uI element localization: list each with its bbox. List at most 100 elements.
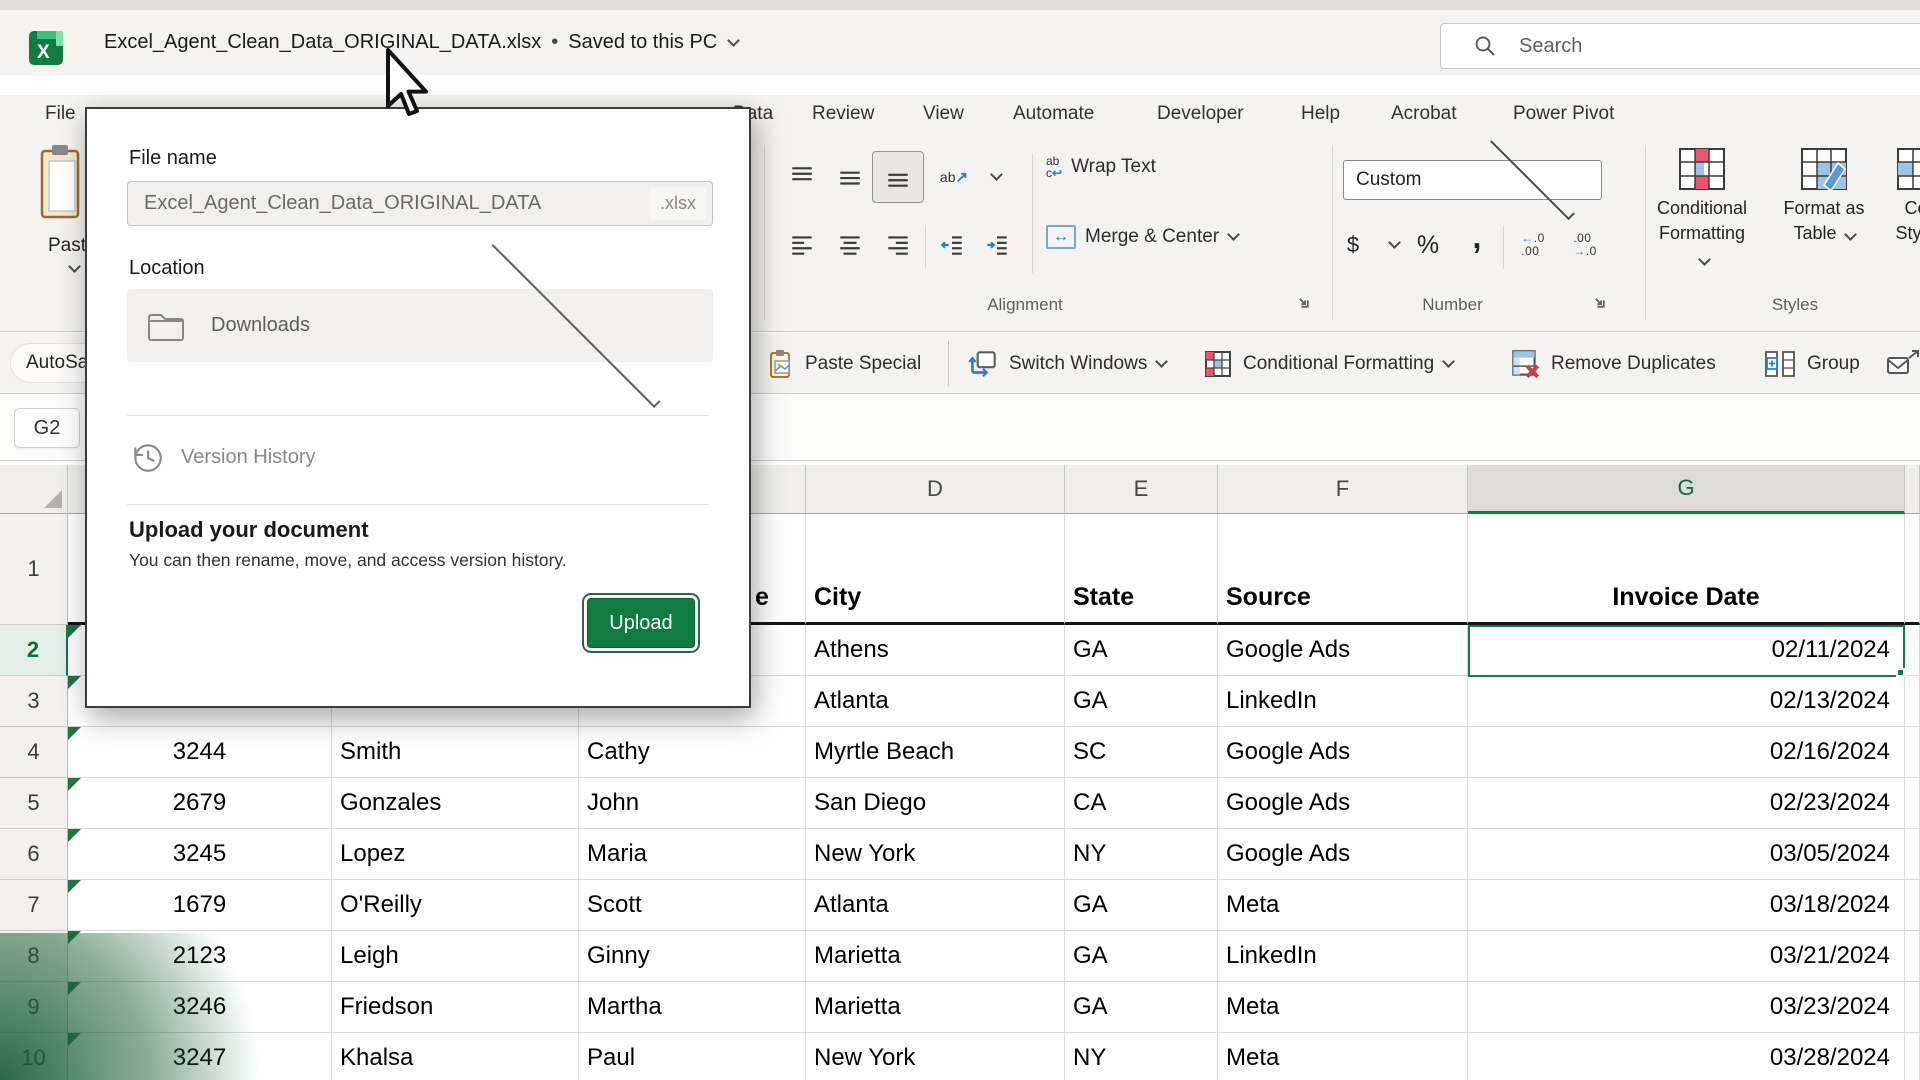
cell-A7[interactable]: 1679 — [68, 880, 332, 931]
percent-button[interactable]: % — [1408, 223, 1448, 267]
cell-B6[interactable]: Lopez — [332, 829, 579, 880]
cell-H2[interactable] — [1905, 625, 1920, 676]
row-header-6[interactable]: 6 — [0, 829, 68, 880]
cell-H4[interactable] — [1905, 727, 1920, 778]
cell-G1[interactable]: Invoice Date — [1468, 514, 1905, 625]
cell-F8[interactable]: LinkedIn — [1218, 931, 1468, 982]
name-box[interactable]: G2 — [14, 408, 80, 448]
align-right-button[interactable] — [878, 223, 918, 267]
cell-F1[interactable]: Source — [1218, 514, 1468, 625]
chevron-down-icon[interactable] — [1388, 236, 1401, 249]
upload-button[interactable]: Upload — [587, 598, 695, 648]
cell-H1[interactable] — [1905, 514, 1920, 625]
cell-H5[interactable] — [1905, 778, 1920, 829]
cell-H6[interactable] — [1905, 829, 1920, 880]
tab-power-pivot[interactable]: Power Pivot — [1513, 95, 1614, 135]
cell-E7[interactable]: GA — [1065, 880, 1218, 931]
cell-A10[interactable]: 3247 — [68, 1033, 332, 1080]
cell-F10[interactable]: Meta — [1218, 1033, 1468, 1080]
align-top-button[interactable] — [782, 155, 822, 199]
cell-H7[interactable] — [1905, 880, 1920, 931]
cell-E9[interactable]: GA — [1065, 982, 1218, 1033]
workbook-title-dropdown[interactable]: Excel_Agent_Clean_Data_ORIGINAL_DATA.xls… — [104, 10, 738, 75]
row-header-5[interactable]: 5 — [0, 778, 68, 829]
cell-H9[interactable] — [1905, 982, 1920, 1033]
cell-E4[interactable]: SC — [1065, 727, 1218, 778]
cell-E10[interactable]: NY — [1065, 1033, 1218, 1080]
switch-windows-button[interactable]: Switch Windows — [966, 333, 1166, 394]
cell-C7[interactable]: Scott — [579, 880, 806, 931]
cell-F5[interactable]: Google Ads — [1218, 778, 1468, 829]
cell-F7[interactable]: Meta — [1218, 880, 1468, 931]
cell-B9[interactable]: Friedson — [332, 982, 579, 1033]
column-header-G[interactable]: G — [1468, 465, 1905, 514]
cell-A9[interactable]: 3246 — [68, 982, 332, 1033]
location-dropdown[interactable]: Downloads — [127, 289, 713, 362]
cell-F2[interactable]: Google Ads — [1218, 625, 1468, 676]
cell-styles-button[interactable]: Cell Styles — [1870, 147, 1920, 246]
cell-D9[interactable]: Marietta — [806, 982, 1065, 1033]
increase-decimal-button[interactable]: ←.0.00 — [1510, 223, 1556, 267]
column-header-partial[interactable] — [1905, 465, 1920, 514]
cell-A6[interactable]: 3245 — [68, 829, 332, 880]
tab-review[interactable]: Review — [812, 95, 874, 135]
remove-duplicates-button[interactable]: Remove Duplicates — [1508, 333, 1716, 394]
cell-D10[interactable]: New York — [806, 1033, 1065, 1080]
cell-G7[interactable]: 03/18/2024 — [1468, 880, 1905, 931]
column-header-D[interactable]: D — [806, 465, 1065, 514]
cell-D1[interactable]: City — [806, 514, 1065, 625]
cell-H3[interactable] — [1905, 676, 1920, 727]
cell-B10[interactable]: Khalsa — [332, 1033, 579, 1080]
cell-C5[interactable]: John — [579, 778, 806, 829]
cell-D7[interactable]: Atlanta — [806, 880, 1065, 931]
paste-special-button[interactable]: Paste Special — [764, 333, 921, 394]
cell-G3[interactable]: 02/13/2024 — [1468, 676, 1905, 727]
cell-G5[interactable]: 02/23/2024 — [1468, 778, 1905, 829]
cell-E2[interactable]: GA — [1065, 625, 1218, 676]
increase-indent-button[interactable] — [977, 223, 1017, 267]
align-center-button[interactable] — [830, 223, 870, 267]
number-dialog-launcher-icon[interactable] — [1592, 295, 1607, 310]
currency-button[interactable]: $ — [1338, 223, 1368, 267]
cell-D8[interactable]: Marietta — [806, 931, 1065, 982]
cell-F3[interactable]: LinkedIn — [1218, 676, 1468, 727]
cell-E1[interactable]: State — [1065, 514, 1218, 625]
column-header-E[interactable]: E — [1065, 465, 1218, 514]
search-box[interactable]: Search — [1440, 23, 1920, 69]
tab-acrobat[interactable]: Acrobat — [1391, 95, 1456, 135]
cell-D4[interactable]: Myrtle Beach — [806, 727, 1065, 778]
row-header-1[interactable]: 1 — [0, 514, 68, 625]
row-header-9[interactable]: 9 — [0, 982, 68, 1033]
decrease-decimal-button[interactable]: .00→.0 — [1562, 223, 1608, 267]
row-header-7[interactable]: 7 — [0, 880, 68, 931]
cell-C8[interactable]: Ginny — [579, 931, 806, 982]
group-button[interactable]: Group — [1762, 333, 1860, 394]
file-name-input[interactable]: Excel_Agent_Clean_Data_ORIGINAL_DATA .xl… — [127, 181, 713, 226]
cell-D6[interactable]: New York — [806, 829, 1065, 880]
align-left-button[interactable] — [782, 223, 822, 267]
cell-C10[interactable]: Paul — [579, 1033, 806, 1080]
row-header-2[interactable]: 2 — [0, 625, 68, 676]
cell-G2[interactable]: 02/11/2024 — [1468, 625, 1905, 676]
align-middle-button[interactable] — [830, 155, 870, 199]
select-all-corner[interactable] — [0, 465, 68, 514]
cell-C6[interactable]: Maria — [579, 829, 806, 880]
cell-A8[interactable]: 2123 — [68, 931, 332, 982]
cell-C4[interactable]: Cathy — [579, 727, 806, 778]
cell-C9[interactable]: Martha — [579, 982, 806, 1033]
row-header-4[interactable]: 4 — [0, 727, 68, 778]
cell-G9[interactable]: 03/23/2024 — [1468, 982, 1905, 1033]
tab-automate[interactable]: Automate — [1013, 95, 1094, 135]
cell-B8[interactable]: Leigh — [332, 931, 579, 982]
column-header-F[interactable]: F — [1218, 465, 1468, 514]
row-header-8[interactable]: 8 — [0, 931, 68, 982]
share-button[interactable] — [1884, 333, 1920, 394]
tab-developer[interactable]: Developer — [1157, 95, 1244, 135]
cell-G6[interactable]: 03/05/2024 — [1468, 829, 1905, 880]
align-bottom-button-selected[interactable] — [872, 151, 924, 203]
cell-A5[interactable]: 2679 — [68, 778, 332, 829]
conditional-formatting-small-button[interactable]: Conditional Formatting — [1202, 333, 1453, 394]
tab-file[interactable]: File — [45, 95, 76, 135]
cell-D2[interactable]: Athens — [806, 625, 1065, 676]
cell-G8[interactable]: 03/21/2024 — [1468, 931, 1905, 982]
